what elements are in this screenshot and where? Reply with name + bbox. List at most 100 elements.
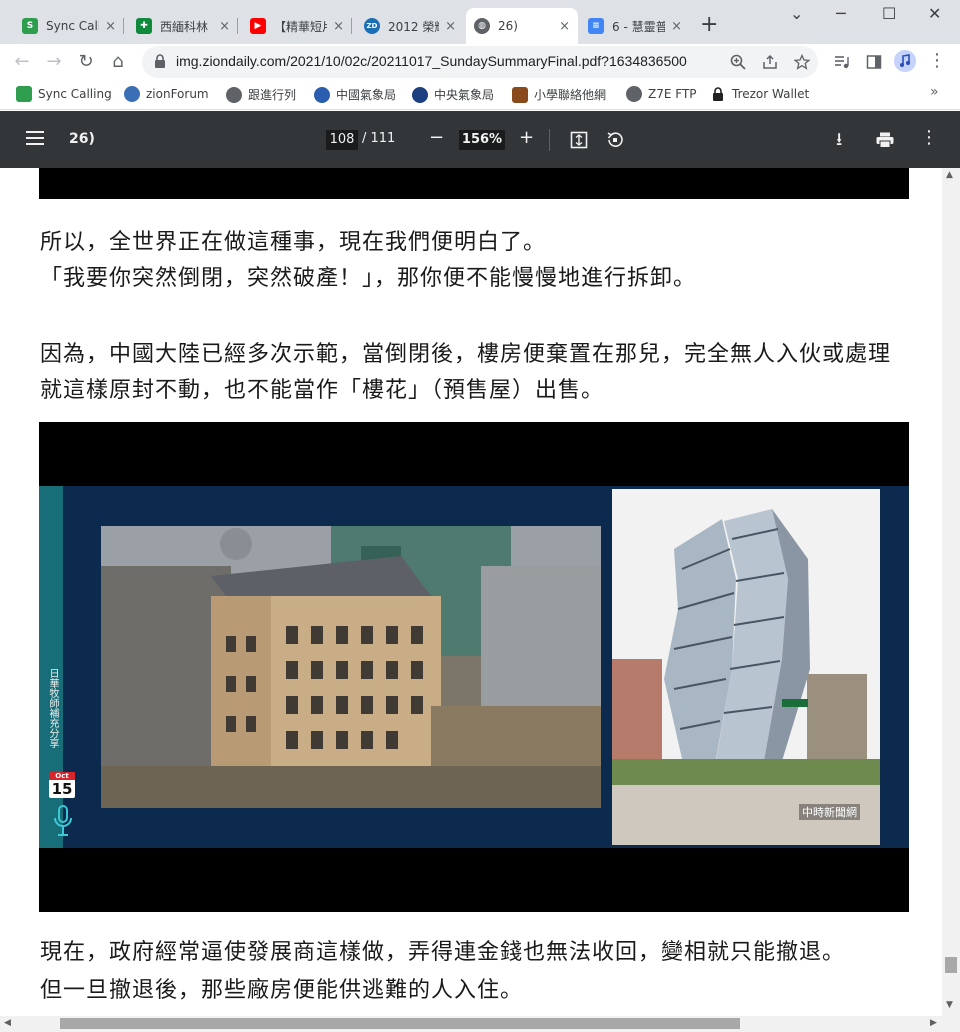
maximize-button[interactable]: ☐	[882, 4, 896, 23]
paragraph-2-line-1: 因為，中國大陸已經多次示範，當倒閉後，樓房便棄置在那兒，完全無人入伙或處理	[40, 342, 892, 367]
bookmark-cwb[interactable]: 中央氣象局	[412, 86, 494, 103]
tab-close-icon[interactable]: ×	[105, 19, 116, 34]
zoom-level-input[interactable]: 156%	[459, 130, 505, 150]
media-icon[interactable]	[834, 54, 850, 70]
back-button[interactable]: ←	[10, 50, 34, 74]
zd-favicon-icon: ZD	[364, 18, 380, 34]
calendar-month: Oct	[49, 772, 75, 780]
url-text[interactable]: img.ziondaily.com/2021/10/02c/20211017_S…	[176, 53, 726, 69]
horizontal-scrollbar[interactable]: ◀ ▶	[0, 1016, 960, 1032]
kebab-menu-icon[interactable]: ⋮	[928, 50, 946, 71]
tab-close-icon[interactable]: ×	[671, 19, 682, 34]
twisted-building-photo	[612, 489, 880, 845]
bookmarks-bar: Sync Calling zionForum 跟進行列 中國氣象局 中央氣象局 …	[0, 80, 960, 110]
tab-xidian[interactable]: ✚ 西緬科林 ×	[128, 8, 238, 44]
toolbar-divider	[549, 129, 550, 151]
tab-search-dropdown-icon[interactable]: ⌄	[790, 4, 803, 23]
tab-close-icon[interactable]: ×	[559, 19, 570, 34]
scroll-up-arrow-icon[interactable]: ▲	[946, 170, 953, 180]
tab-zd[interactable]: ZD 2012 榮耀 ×	[356, 8, 464, 44]
side-caption: 日華牧師補充分享	[47, 668, 58, 748]
new-tab-button[interactable]: +	[700, 14, 718, 36]
browser-toolbar: ← → ↻ ⌂ img.ziondaily.com/2021/10/02c/20…	[0, 44, 960, 80]
horizontal-scroll-thumb[interactable]	[60, 1018, 740, 1029]
trezor-lock-icon	[713, 87, 723, 101]
print-icon[interactable]	[876, 132, 894, 148]
cwb-bookmark-icon	[412, 86, 428, 103]
tab-active-pdf[interactable]: ◍ 26) ×	[466, 8, 578, 44]
bookmark-zionforum[interactable]: zionForum	[124, 86, 209, 102]
bookmark-school-links[interactable]: 小學聯絡他網	[512, 86, 606, 103]
calendar-icon: Oct 15	[49, 772, 75, 798]
tab-close-icon[interactable]: ×	[445, 19, 456, 34]
bookmark-z7e-ftp[interactable]: Z7E FTP	[626, 86, 697, 102]
home-button[interactable]: ⌂	[106, 50, 130, 74]
paragraph-3-line-1: 現在，政府經常逼使發展商這樣做，弄得連金錢也無法收回，變相就只能撤退。	[40, 940, 846, 965]
cma-bookmark-icon	[314, 86, 330, 103]
globe-bookmark-icon	[226, 86, 242, 103]
tab-title: 26)	[498, 19, 518, 33]
tab-close-icon[interactable]: ×	[219, 19, 230, 34]
globe-favicon-icon: ◍	[474, 18, 490, 34]
bookmark-label: zionForum	[146, 87, 209, 101]
docs-favicon-icon: ≡	[588, 18, 604, 34]
tab-docs[interactable]: ≡ 6 - 慧靈普 ×	[580, 8, 690, 44]
vertical-scroll-thumb[interactable]	[945, 957, 957, 973]
music-note-icon	[894, 50, 916, 72]
zoom-out-button[interactable]: −	[429, 127, 444, 148]
tab-close-icon[interactable]: ×	[333, 19, 344, 34]
bookmark-label: 中央氣象局	[434, 88, 495, 102]
school-bookmark-icon	[512, 86, 528, 103]
share-icon[interactable]	[762, 54, 778, 70]
bookmark-label: 小學聯絡他網	[534, 88, 607, 102]
rotate-icon[interactable]	[606, 131, 624, 149]
hamburger-menu-icon[interactable]	[26, 131, 44, 145]
paragraph-2-line-2: 就這樣原封不動，也不能當作「樓花」（預售屋）出售。	[40, 378, 605, 403]
fit-page-icon[interactable]	[570, 131, 588, 149]
pdf-title: 26)	[69, 131, 95, 147]
zionforum-bookmark-icon	[124, 86, 140, 102]
profile-icon[interactable]	[894, 50, 916, 72]
tab-title: 6 - 慧靈普	[612, 19, 666, 34]
tab-youtube[interactable]: ▶ 【精華短片】 ×	[242, 8, 352, 44]
close-window-button[interactable]: ✕	[928, 4, 941, 23]
bookmarks-overflow-icon[interactable]: »	[930, 84, 939, 100]
bookmark-cma[interactable]: 中國氣象局	[314, 86, 396, 103]
forward-button[interactable]: →	[42, 50, 66, 74]
bookmark-trezor[interactable]: Trezor Wallet	[710, 86, 809, 102]
star-icon[interactable]	[794, 54, 810, 70]
bookmark-label: 中國氣象局	[336, 88, 397, 102]
paragraph-1-line-2: 「我要你突然倒閉，突然破產！」，那你便不能慢慢地進行拆卸。	[40, 266, 697, 291]
address-bar[interactable]: img.ziondaily.com/2021/10/02c/20211017_S…	[142, 46, 818, 78]
tab-strip: S Sync Calling × ✚ 西緬科林 × ▶ 【精華短片】 × ZD …	[0, 0, 960, 44]
scroll-right-arrow-icon[interactable]: ▶	[930, 1018, 937, 1028]
page-number-input[interactable]: 108	[326, 130, 358, 150]
bookmark-sync-calling[interactable]: Sync Calling	[16, 86, 112, 102]
sync-calling-bookmark-icon	[16, 86, 32, 102]
paragraph-3-line-2: 但一旦撤退後，那些廠房便能供逃難的人入住。	[40, 978, 524, 1003]
tab-title: Sync Calling	[46, 19, 99, 33]
paragraph-1-line-1: 所以，全世界正在做這種事，現在我們便明白了。	[40, 230, 547, 255]
download-icon[interactable]: ⭳	[836, 127, 842, 157]
tab-sync-calling[interactable]: S Sync Calling ×	[14, 8, 124, 44]
abandoned-buildings-photo	[101, 526, 601, 808]
pdf-viewport[interactable]: 所以，全世界正在做這種事，現在我們便明白了。 「我要你突然倒閉，突然破產！」，那…	[0, 168, 942, 1016]
pdf-more-icon[interactable]: ⋮	[920, 127, 938, 148]
vertical-scrollbar[interactable]: ▲ ▼	[942, 168, 960, 1016]
scroll-left-arrow-icon[interactable]: ◀	[4, 1018, 11, 1028]
scroll-down-arrow-icon[interactable]: ▼	[946, 1000, 953, 1010]
cross-favicon-icon: ✚	[136, 18, 152, 34]
zoom-in-button[interactable]: +	[519, 127, 534, 148]
bookmark-follow-queue[interactable]: 跟進行列	[226, 86, 296, 103]
bookmark-label: Trezor Wallet	[732, 87, 810, 101]
slide-image: 日華牧師補充分享 Oct 15 中時新聞網	[39, 422, 909, 912]
page-total: / 111	[362, 131, 396, 146]
globe-bookmark-icon	[626, 86, 642, 102]
photo-credit-watermark: 中時新聞網	[799, 804, 860, 820]
previous-image-bottom	[39, 168, 909, 199]
zoom-icon[interactable]	[730, 54, 746, 70]
tab-title: 2012 榮耀	[388, 19, 439, 34]
sidepanel-icon[interactable]	[866, 54, 882, 70]
minimize-button[interactable]: ─	[836, 4, 846, 23]
reload-button[interactable]: ↻	[74, 50, 98, 74]
